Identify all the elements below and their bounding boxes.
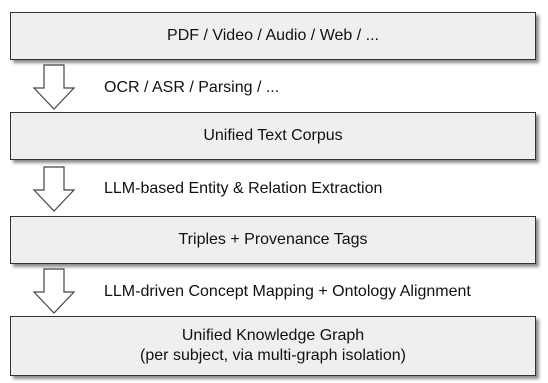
down-arrow-icon: [32, 166, 76, 212]
triples-box: Triples + Provenance Tags: [10, 216, 536, 264]
knowledge-graph-title: Unified Knowledge Graph: [181, 327, 365, 344]
source-formats-text: PDF / Video / Audio / Web / ...: [167, 27, 379, 44]
knowledge-graph-box: Unified Knowledge Graph (per subject, vi…: [10, 316, 536, 376]
source-formats-box: PDF / Video / Audio / Web / ...: [10, 12, 536, 60]
down-arrow-icon: [32, 64, 76, 110]
down-arrow-icon: [32, 268, 76, 314]
step-label-concept-mapping: LLM-driven Concept Mapping + Ontology Al…: [104, 283, 471, 300]
step-label-parsing: OCR / ASR / Parsing / ...: [104, 79, 280, 96]
step-label-extraction: LLM-based Entity & Relation Extraction: [104, 180, 383, 197]
text-corpus-box: Unified Text Corpus: [10, 112, 536, 160]
knowledge-graph-subtitle: (per subject, via multi-graph isolation): [140, 347, 406, 364]
text-corpus-text: Unified Text Corpus: [203, 127, 343, 144]
triples-text: Triples + Provenance Tags: [178, 231, 368, 248]
